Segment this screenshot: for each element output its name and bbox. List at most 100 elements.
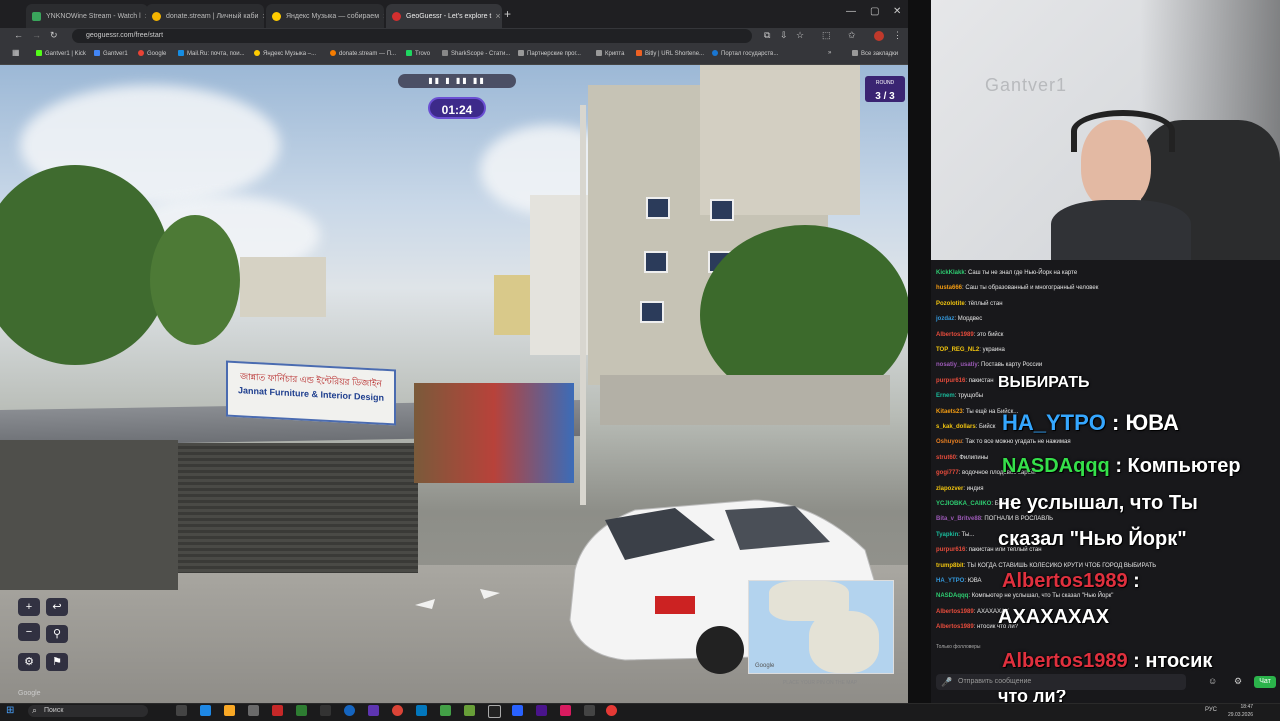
bookmark-item[interactable]: Gantver1 [94,50,128,57]
taskbar-app-icon[interactable] [248,705,259,716]
bookmark-item[interactable]: Google [138,50,166,57]
tab-yandex-music[interactable]: Яндекс Музыка — собираем× [266,4,384,28]
chat-username[interactable]: Oshuyou [936,439,962,445]
taskbar-clock[interactable]: 18:47 29.03.2026 [1228,703,1253,719]
chat-emote-icon[interactable]: ☺ [1208,676,1217,686]
chat-username[interactable]: nosatiy_usatiy [936,362,978,368]
chat-username[interactable]: KickKlakk [936,270,965,276]
bookmark-item[interactable]: SharkScope - Стати... [442,50,510,57]
taskbar-app-icon[interactable] [488,705,501,718]
microphone-icon[interactable]: 🎤 [941,677,952,688]
return-to-start-icon[interactable]: ⚲ [46,625,68,643]
bookmark-item[interactable]: Trovo [406,50,430,57]
chat-username[interactable]: NASDAqqq [936,593,968,599]
bookmark-item[interactable]: donate.stream — П... [330,50,396,57]
bookmark-item[interactable]: Bitly | URL Shortene... [636,50,704,57]
close-icon[interactable]: × [379,11,384,21]
taskbar-app-icon[interactable] [416,705,427,716]
new-tab-button[interactable]: + [504,7,511,21]
close-icon[interactable]: × [491,11,500,21]
forward-icon[interactable]: → [32,30,41,40]
chat-username[interactable]: Tyapkin [936,532,958,538]
bookmark-folder[interactable]: Партнерские прог... [518,50,581,57]
back-icon[interactable]: ← [14,30,23,40]
taskbar-app-icon[interactable] [464,705,475,716]
chat-username[interactable]: trump8bit [936,563,964,569]
bookmark-star-icon[interactable]: ☆ [796,30,804,41]
tab-kick[interactable]: YNKNOWine Stream - Watch l× [26,4,148,28]
chat-username[interactable]: YCJIOBKA_CAIIKO [936,501,991,507]
bookmark-folder[interactable]: Крипта [596,50,624,57]
all-bookmarks[interactable]: Все закладки [852,50,898,57]
chat-username[interactable]: zlapozver [936,486,963,492]
language-indicator[interactable]: РУС [1205,707,1217,713]
translate-icon[interactable]: ⧉ [764,30,770,41]
flag-icon[interactable]: ⚑ [46,653,68,671]
settings-gear-icon[interactable]: ⚙ [18,653,40,671]
chat-text: Филипины [959,454,989,461]
file-explorer-icon[interactable] [224,705,235,716]
bookmark-item[interactable]: Яндекс Музыка –... [254,50,316,57]
bookmark-item[interactable]: Gantver1 | Kick [36,50,86,57]
chat-username[interactable]: Pozolotite [936,301,965,307]
chat-username[interactable]: purpur616 [936,378,965,384]
zoom-out-button[interactable]: − [18,623,40,641]
bookmark-item[interactable]: Mail.Ru: почта, пои... [178,50,245,57]
profile-avatar[interactable] [874,31,884,41]
taskbar-app-icon[interactable] [200,705,211,716]
chat-username[interactable]: strut60 [936,455,956,461]
menu-icon[interactable]: ⋮ [893,30,902,41]
chat-username[interactable]: purpur616 [936,547,965,553]
nav-arrows[interactable] [410,585,510,615]
close-window-icon[interactable]: ✕ [893,6,901,17]
favorites-icon[interactable]: ✩ [848,30,856,41]
taskbar-app-icon[interactable] [512,705,523,716]
zoom-in-button[interactable]: + [18,598,40,616]
chat-username[interactable]: Kitaets23 [936,409,963,415]
start-icon[interactable]: ⊞ [6,705,14,716]
guess-minimap[interactable]: Google [748,580,894,674]
more-bookmarks-icon[interactable]: » [828,50,831,56]
taskbar-search[interactable]: Поиск [28,705,148,717]
chat-send-button[interactable]: Чат [1254,676,1276,688]
taskbar-app-icon[interactable] [606,705,617,716]
chat-username[interactable]: Albertos1989 [936,609,974,615]
taskbar-app-icon[interactable] [584,705,595,716]
url-input[interactable]: geoguessr.com/free/start [72,29,752,43]
task-view-icon[interactable] [176,705,187,716]
undo-icon[interactable]: ↩ [46,598,68,616]
chat-username[interactable]: gogi777 [936,470,959,476]
reload-icon[interactable]: ↻ [50,30,58,41]
chat-username[interactable]: TOP_REG_NL2 [936,347,979,353]
chat-username[interactable]: s_kak_dollars [936,424,976,430]
chat-username[interactable]: jozdaz [936,316,954,322]
tab-donate[interactable]: donate.stream | Личный каби× [146,4,264,28]
chat-username[interactable]: husta666 [936,285,962,291]
bookmark-item[interactable]: Портал государств... [712,50,778,57]
taskbar-app-icon[interactable] [560,705,571,716]
chat-text: Так то все можно угадать не нажимая [965,439,1071,446]
maximize-icon[interactable]: ▢ [870,6,879,17]
chat-settings-icon[interactable]: ⚙ [1234,676,1242,687]
chat-username[interactable]: Bita_v_Britve88 [936,516,981,522]
extensions-icon[interactable]: ⬚ [822,30,831,41]
taskbar-app-icon[interactable] [440,705,451,716]
chat-input[interactable]: Отправить сообщение [936,674,1186,690]
taskbar-app-icon[interactable] [320,705,331,716]
taskbar-app-icon[interactable] [536,705,547,716]
close-icon[interactable]: × [258,11,264,21]
chrome-icon[interactable] [392,705,403,716]
chat-username[interactable]: Ernem [936,393,955,399]
taskbar-app-icon[interactable] [296,705,307,716]
tab-geoguessr[interactable]: GeoGuessr - Let's explore t × [386,4,502,28]
chat-username[interactable]: Albertos1989 [936,624,974,630]
search-icon: ⌕ [32,705,38,715]
taskbar-app-icon[interactable] [368,705,379,716]
minimize-icon[interactable]: — [846,6,856,17]
chat-username[interactable]: Albertos1989 [936,332,974,338]
taskbar-app-icon[interactable] [272,705,283,716]
install-icon[interactable]: ⇩ [780,30,788,41]
apps-icon[interactable]: ▦ [12,48,20,57]
chat-username[interactable]: HA_YTPO [936,578,964,584]
edge-icon[interactable] [344,705,355,716]
